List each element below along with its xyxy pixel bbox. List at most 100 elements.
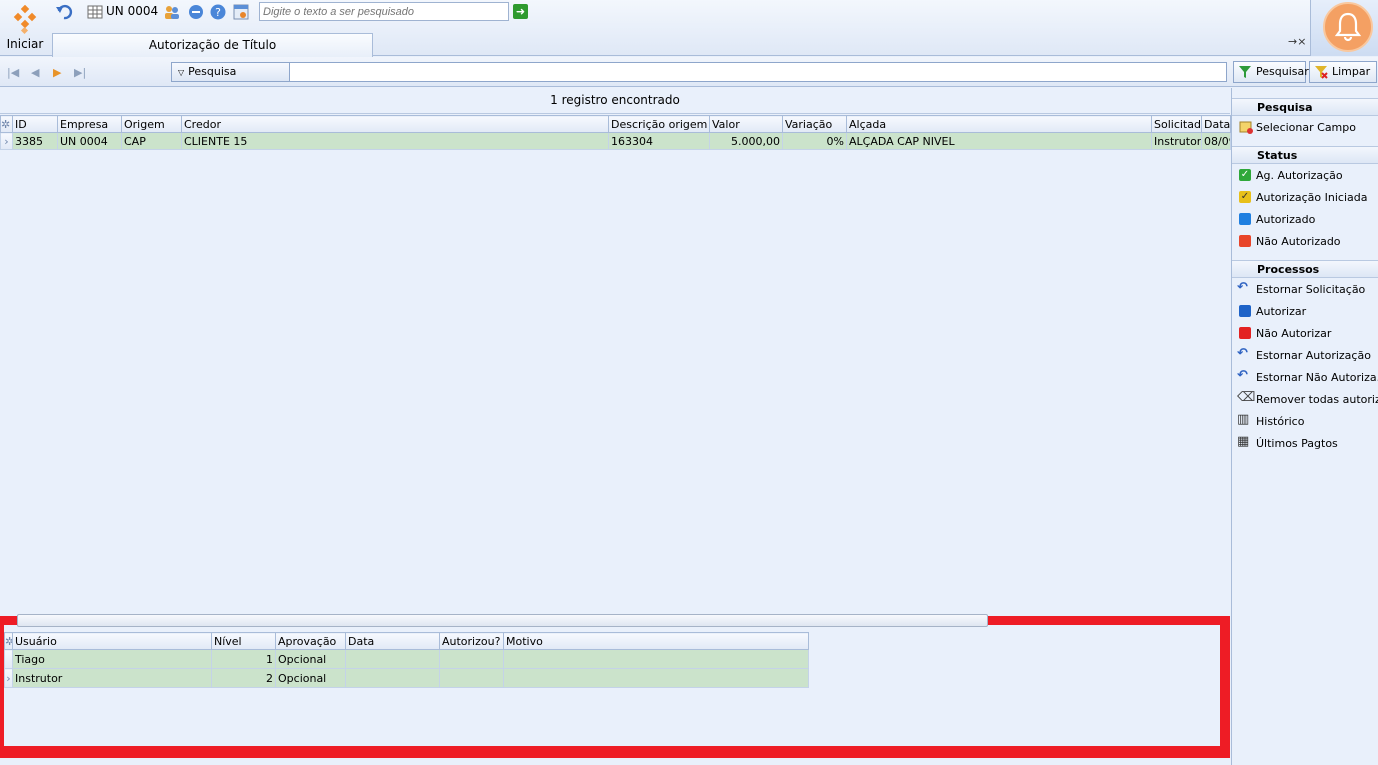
global-search-input[interactable] — [259, 2, 509, 21]
cell-autorizou — [439, 649, 504, 669]
notification-bell-button[interactable] — [1323, 2, 1373, 52]
eraser-icon: ⌫ — [1237, 390, 1256, 405]
settings-window-icon[interactable] — [232, 3, 250, 21]
users-icon[interactable] — [163, 3, 181, 21]
cell-usuario: Tiago — [12, 649, 212, 669]
status-label: Autorização Iniciada — [1256, 191, 1368, 204]
col-nivel[interactable]: Nível — [211, 632, 276, 650]
svg-text:?: ? — [215, 6, 221, 19]
approvers-header-row: ✲ Usuário Nível Aprovação Data Autorizou… — [4, 632, 809, 650]
process-label: Últimos Pagtos — [1256, 437, 1338, 450]
table-row[interactable]: Tiago 1 Opcional — [4, 649, 809, 669]
remover-autorizacoes-item[interactable]: ⌫ Remover todas autoriz... — [1232, 388, 1378, 410]
first-record-icon[interactable]: |◀ — [7, 66, 19, 79]
status-ag-autorizacao[interactable]: ✓ Ag. Autorização — [1232, 164, 1378, 186]
app-logo-icon — [13, 5, 37, 35]
cell-id: 3385 — [12, 132, 58, 150]
status-nao-autorizado[interactable]: Não Autorizado — [1232, 230, 1378, 252]
main-grid-area: 1 registro encontrado ✲ ID Empresa Orige… — [0, 88, 1231, 615]
blue-square-icon — [1239, 213, 1251, 225]
autorizar-item[interactable]: Autorizar — [1232, 300, 1378, 322]
select-field-item[interactable]: Selecionar Campo — [1232, 116, 1378, 138]
cell-data — [345, 649, 440, 669]
pesquisa-dropdown[interactable]: ▽ Pesquisa — [172, 63, 290, 81]
table-row[interactable]: › 3385 UN 0004 CAP CLIENTE 15 163304 5.0… — [0, 132, 1231, 150]
last-record-icon[interactable]: ▶| — [74, 66, 86, 79]
col-id[interactable]: ID — [12, 115, 58, 133]
process-label: Estornar Não Autoriza... — [1256, 371, 1378, 384]
col-solicitado[interactable]: Solicitado — [1151, 115, 1202, 133]
undo-icon[interactable] — [55, 3, 73, 21]
estornar-nao-autorizacao-item[interactable]: ↶ Estornar Não Autoriza... — [1232, 366, 1378, 388]
cell-solicitado: Instrutor — [1151, 132, 1202, 150]
status-autorizacao-iniciada[interactable]: ✓ Autorização Iniciada — [1232, 186, 1378, 208]
status-label: Não Autorizado — [1256, 235, 1341, 248]
cell-aprovacao: Opcional — [275, 649, 346, 669]
col-data[interactable]: Data s — [1201, 115, 1231, 133]
col-usuario[interactable]: Usuário — [12, 632, 212, 650]
unit-selector[interactable]: UN 0004 — [106, 4, 158, 18]
status-autorizado[interactable]: Autorizado — [1232, 208, 1378, 230]
cell-data: 08/09 — [1201, 132, 1231, 150]
cell-autorizou — [439, 668, 504, 688]
search-button[interactable]: Pesquisar — [1233, 61, 1309, 83]
estornar-solicitacao-item[interactable]: ↶ Estornar Solicitação — [1232, 278, 1378, 300]
approvers-table: ✲ Usuário Nível Aprovação Data Autorizou… — [4, 632, 809, 688]
row-indicator: › — [0, 132, 13, 150]
col-motivo[interactable]: Motivo — [503, 632, 809, 650]
top-toolbar: Iniciar UN 0004 ? ➜ Autorização de Títul… — [0, 0, 1310, 57]
col-valor[interactable]: Valor — [709, 115, 783, 133]
book-icon: ▥ — [1237, 412, 1250, 427]
col-origem[interactable]: Origem — [121, 115, 182, 133]
process-label: Estornar Solicitação — [1256, 283, 1366, 296]
col-descricao-origem[interactable]: Descrição origem — [608, 115, 710, 133]
process-label: Remover todas autoriz... — [1256, 393, 1378, 406]
col-data[interactable]: Data — [345, 632, 440, 650]
yellow-check-icon: ✓ — [1239, 191, 1251, 203]
pesquisa-dropdown-label: Pesquisa — [188, 65, 237, 78]
status-label: Ag. Autorização — [1256, 169, 1343, 182]
cell-nivel: 1 — [211, 649, 276, 669]
row-indicator-header: ✲ — [0, 115, 13, 133]
cell-motivo — [503, 668, 809, 688]
status-label: Autorizado — [1256, 213, 1316, 226]
filter-icon — [1239, 66, 1251, 78]
building-icon: ▦ — [1237, 434, 1250, 449]
nao-autorizar-item[interactable]: Não Autorizar — [1232, 322, 1378, 344]
red-square-icon — [1239, 327, 1251, 339]
blue-square-icon — [1239, 305, 1251, 317]
clear-button-label: Limpar — [1332, 65, 1371, 78]
start-button[interactable]: Iniciar — [0, 0, 50, 56]
tab-close-controls[interactable]: →× — [1288, 35, 1306, 48]
historico-item[interactable]: ▥ Histórico — [1232, 410, 1378, 432]
col-empresa[interactable]: Empresa — [57, 115, 122, 133]
table-row[interactable]: › Instrutor 2 Opcional — [4, 668, 809, 688]
help-icon[interactable]: ? — [209, 3, 227, 21]
tab-autorizacao-titulo[interactable]: Autorização de Título — [52, 33, 373, 57]
search-go-icon[interactable]: ➜ — [513, 4, 528, 19]
cell-usuario: Instrutor — [12, 668, 212, 688]
horizontal-scrollbar[interactable] — [17, 614, 988, 627]
prev-record-icon[interactable]: ◀ — [31, 66, 39, 79]
col-aprovacao[interactable]: Aprovação — [275, 632, 346, 650]
cell-nivel: 2 — [211, 668, 276, 688]
ultimos-pagtos-item[interactable]: ▦ Últimos Pagtos — [1232, 432, 1378, 454]
cell-variacao: 0% — [782, 132, 847, 150]
next-record-icon[interactable]: ▶ — [53, 66, 61, 79]
cell-alcada: ALÇADA CAP NIVEL — [846, 132, 1152, 150]
clear-button[interactable]: Limpar — [1309, 61, 1377, 83]
cell-origem: CAP — [121, 132, 182, 150]
estornar-autorizacao-item[interactable]: ↶ Estornar Autorização — [1232, 344, 1378, 366]
minimize-icon[interactable] — [187, 3, 205, 21]
col-alcada[interactable]: Alçada — [846, 115, 1152, 133]
cell-aprovacao: Opcional — [275, 668, 346, 688]
select-field-icon — [1239, 121, 1253, 134]
col-credor[interactable]: Credor — [181, 115, 609, 133]
cell-valor: 5.000,00 — [709, 132, 783, 150]
navigation-bar: |◀ ◀ ▶ ▶| ▽ Pesquisa Pesquisar Limpar — [0, 57, 1378, 87]
authorization-detail-highlight: ✲ Usuário Nível Aprovação Data Autorizou… — [0, 616, 1230, 758]
col-variacao[interactable]: Variação — [782, 115, 847, 133]
pesquisa-filter-field[interactable]: ▽ Pesquisa — [171, 62, 1227, 82]
select-field-label: Selecionar Campo — [1256, 121, 1356, 134]
col-autorizou[interactable]: Autorizou? — [439, 632, 504, 650]
